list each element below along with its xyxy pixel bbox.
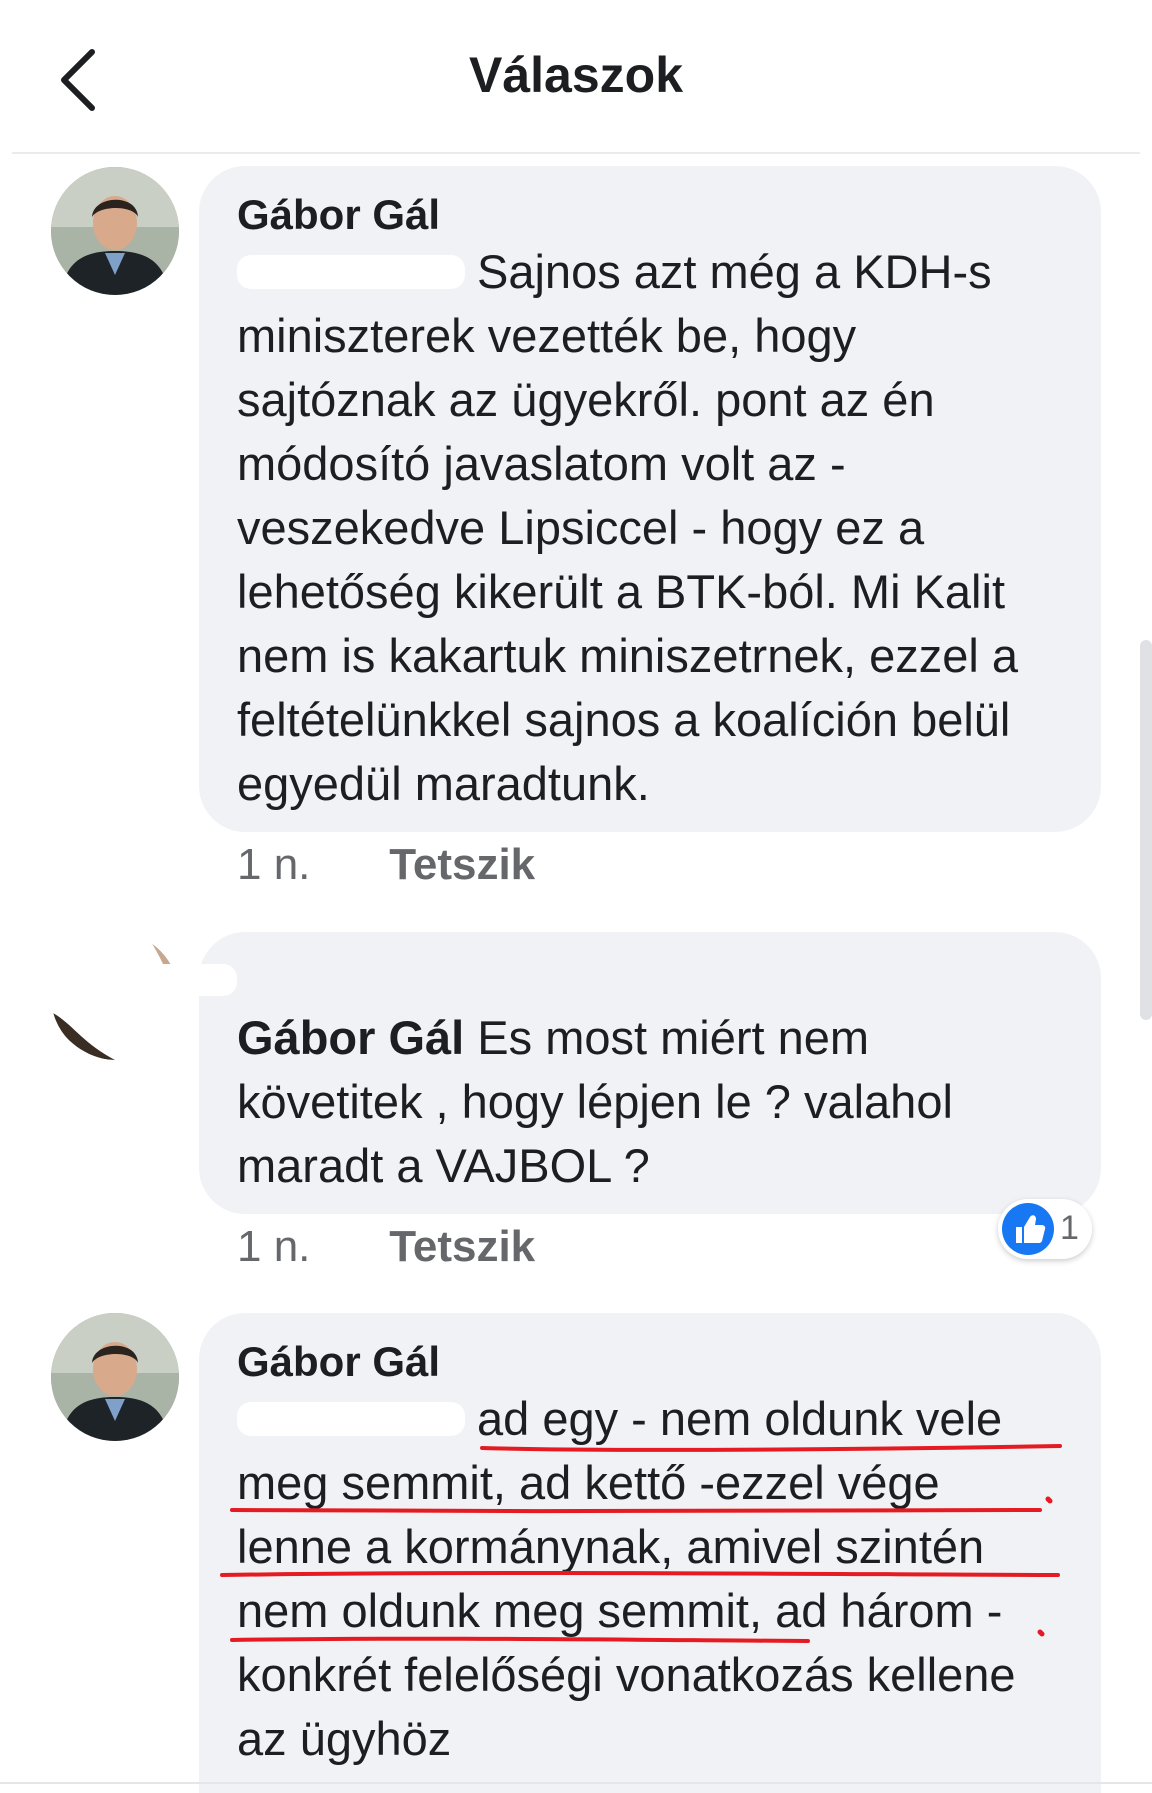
comment-text: Sajnos azt még a KDH-s miniszterek vezet… xyxy=(237,245,1032,810)
comment-author[interactable]: Gábor Gál xyxy=(237,190,1065,240)
like-button[interactable]: Tetszik xyxy=(389,840,535,889)
scrollbar[interactable] xyxy=(1140,640,1152,1020)
comment-author[interactable]: Gábor Gál xyxy=(237,1337,1065,1387)
thumbs-up-icon xyxy=(1002,1203,1054,1255)
bottom-divider xyxy=(0,1782,1152,1784)
comment-bubble: Gábor Gál ad egy - nem oldunk vele meg s… xyxy=(199,1313,1101,1793)
comment-bubble: Gábor Gál Es most miért nem követitek , … xyxy=(199,932,1101,1214)
like-button[interactable]: Tetszik xyxy=(389,1222,535,1271)
comment-meta: 1 n. Tetszik xyxy=(237,1222,535,1272)
avatar[interactable] xyxy=(51,167,179,295)
comment-text: Gábor Gál Es most miért nem követitek , … xyxy=(237,1011,966,1192)
user-photo xyxy=(51,167,179,295)
redacted-mention xyxy=(237,254,465,289)
mention-link[interactable]: Gábor Gál xyxy=(237,1011,464,1064)
redacted-author xyxy=(37,964,237,996)
top-bar: Válaszok xyxy=(0,0,1152,154)
redacted-mention xyxy=(237,1401,465,1436)
reaction-count: 1 xyxy=(1060,1209,1079,1247)
reaction-badge[interactable]: 1 xyxy=(998,1199,1092,1259)
comment-time: 1 n. xyxy=(237,840,311,889)
header-divider xyxy=(12,152,1140,154)
page-title: Válaszok xyxy=(468,47,683,103)
avatar[interactable] xyxy=(51,1313,179,1441)
redacted-photo xyxy=(51,932,179,1060)
comment-bubble: Gábor Gál Sajnos azt még a KDH-s miniszt… xyxy=(199,166,1101,832)
comment-meta: 1 n. Tetszik xyxy=(237,840,535,890)
comment-author[interactable] xyxy=(237,956,1065,1006)
user-photo xyxy=(51,1313,179,1441)
comment-text: ad egy - nem oldunk vele meg semmit, ad … xyxy=(237,1392,1029,1765)
comment-time: 1 n. xyxy=(237,1222,311,1271)
avatar[interactable] xyxy=(51,932,179,1060)
